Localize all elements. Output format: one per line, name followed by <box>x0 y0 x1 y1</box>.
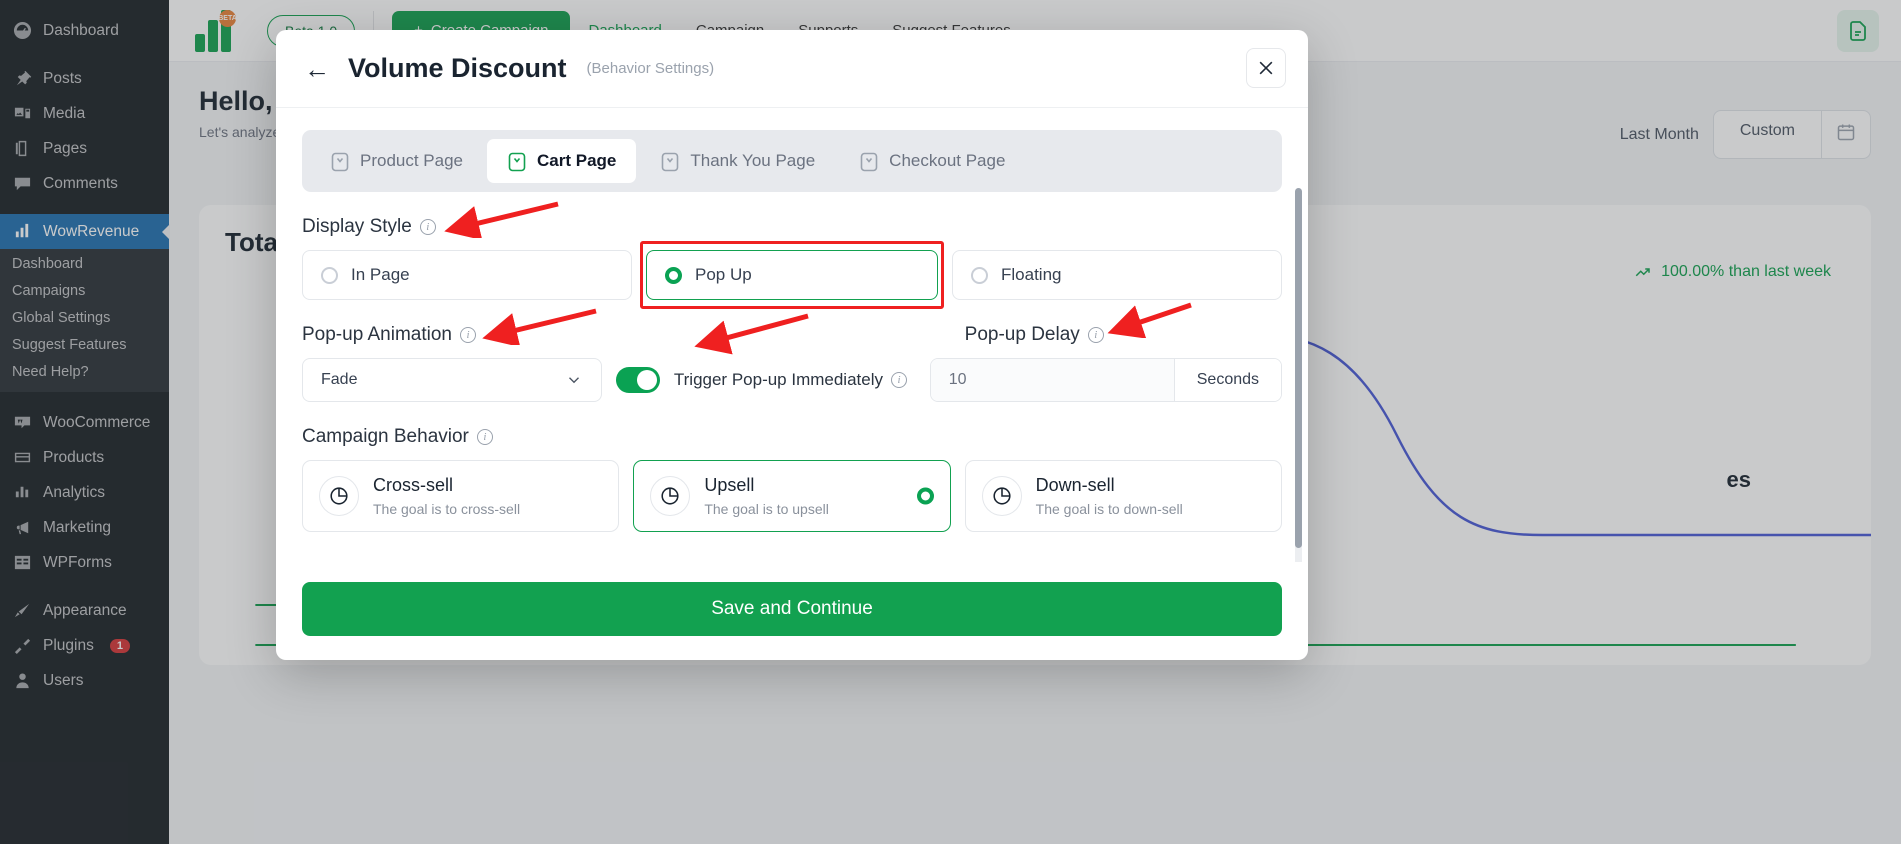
option-label: Floating <box>1001 265 1062 284</box>
behavior-card-title: Upsell <box>704 475 755 495</box>
radio-dot-icon <box>665 266 682 284</box>
display-style-option-in-page[interactable]: In Page <box>302 250 632 300</box>
behavior-card-desc: The goal is to upsell <box>704 501 829 517</box>
modal-scrollbar-thumb[interactable] <box>1295 188 1302 548</box>
info-icon[interactable]: i <box>419 219 436 235</box>
page-tabs: Product Page Cart Page Thank You Page Ch… <box>302 130 1282 192</box>
pop-up-highlight-wrapper: Pop Up <box>640 241 944 309</box>
behavior-settings-modal: ← Volume Discount (Behavior Settings) Pr… <box>276 30 1308 660</box>
modal-footer: Save and Continue <box>276 562 1308 660</box>
info-icon[interactable]: i <box>460 327 476 343</box>
pie-chart-icon <box>319 476 359 516</box>
animation-row-labels: Pop-up Animation i Pop-up Delay i <box>302 324 1282 346</box>
animation-row-controls: Fade Trigger Pop-up Immediately i 10 Sec… <box>302 358 1283 402</box>
tab-product-page[interactable]: Product Page <box>310 139 483 183</box>
behavior-card-cross-sell[interactable]: Cross-sell The goal is to cross-sell <box>302 460 620 532</box>
behavior-card-title: Cross-sell <box>373 475 454 495</box>
tab-label: Product Page <box>360 151 464 170</box>
info-icon[interactable]: i <box>476 429 493 445</box>
tab-checkout-page[interactable]: Checkout Page <box>839 139 1025 183</box>
option-label: In Page <box>351 265 410 284</box>
popup-delay-group: Seconds <box>929 358 1283 402</box>
save-and-continue-button[interactable]: Save and Continue <box>302 582 1282 636</box>
pie-chart-icon <box>650 476 691 516</box>
trigger-toggle-label: Trigger Pop-up Immediately <box>673 370 883 389</box>
behavior-card-desc: The goal is to cross-sell <box>373 501 521 517</box>
close-icon <box>1259 61 1273 75</box>
bag-icon <box>860 152 878 172</box>
radio-dot-icon <box>916 487 934 505</box>
popup-animation-value: Fade <box>321 371 358 388</box>
popup-delay-input[interactable] <box>930 359 1174 401</box>
popup-animation-select[interactable]: Fade <box>302 358 602 402</box>
behavior-card-desc: The goal is to down-sell <box>1035 501 1183 517</box>
modal-header: ← Volume Discount (Behavior Settings) <box>276 30 1308 108</box>
trigger-toggle-row: Trigger Pop-up Immediately i <box>615 358 916 402</box>
behavior-card-down-sell[interactable]: Down-sell The goal is to down-sell <box>964 460 1282 532</box>
bag-icon <box>508 152 526 172</box>
campaign-behavior-label: Campaign Behavior <box>302 426 469 447</box>
tab-label: Checkout Page <box>889 151 1006 170</box>
trigger-popup-toggle[interactable] <box>615 367 660 393</box>
display-style-option-pop-up[interactable]: Pop Up <box>646 250 938 300</box>
chevron-down-icon <box>568 377 579 384</box>
display-style-label-row: Display Style i <box>302 216 1282 238</box>
behavior-card-upsell[interactable]: Upsell The goal is to upsell <box>633 460 951 532</box>
tab-label: Thank You Page <box>690 151 816 170</box>
trigger-toggle-label-wrap: Trigger Pop-up Immediately i <box>674 370 907 390</box>
radio-dot-icon <box>321 266 338 284</box>
popup-delay-label: Pop-up Delay <box>964 324 1080 345</box>
popup-animation-label: Pop-up Animation <box>302 324 452 345</box>
pie-chart-icon <box>981 476 1022 516</box>
tab-cart-page[interactable]: Cart Page <box>487 139 637 183</box>
display-style-label: Display Style <box>302 216 412 237</box>
option-label: Pop Up <box>695 265 752 284</box>
campaign-behavior-label-row: Campaign Behavior i <box>302 426 1282 448</box>
tab-label: Cart Page <box>537 151 617 170</box>
campaign-behavior-cards: Cross-sell The goal is to cross-sell Ups… <box>302 460 1282 532</box>
popup-animation-label-row: Pop-up Animation i <box>302 324 619 346</box>
tab-thank-you-page[interactable]: Thank You Page <box>640 139 835 183</box>
bag-icon <box>331 152 349 172</box>
modal-body: Product Page Cart Page Thank You Page Ch… <box>276 108 1308 562</box>
display-style-option-floating[interactable]: Floating <box>952 250 1282 300</box>
bag-icon <box>662 152 679 172</box>
close-button[interactable] <box>1246 48 1286 88</box>
info-icon[interactable]: i <box>1087 327 1104 343</box>
radio-dot-icon <box>971 266 988 284</box>
popup-delay-unit: Seconds <box>1173 359 1282 401</box>
popup-delay-label-row: Pop-up Delay i <box>965 324 1282 346</box>
modal-title: Volume Discount <box>348 53 567 83</box>
modal-subtitle: (Behavior Settings) <box>586 60 715 77</box>
display-style-options: In Page Pop Up Floating <box>302 241 1282 309</box>
toggle-knob <box>636 370 657 390</box>
back-arrow-icon[interactable]: ← <box>304 56 330 82</box>
info-icon[interactable]: i <box>891 372 907 388</box>
behavior-card-title: Down-sell <box>1035 475 1115 495</box>
